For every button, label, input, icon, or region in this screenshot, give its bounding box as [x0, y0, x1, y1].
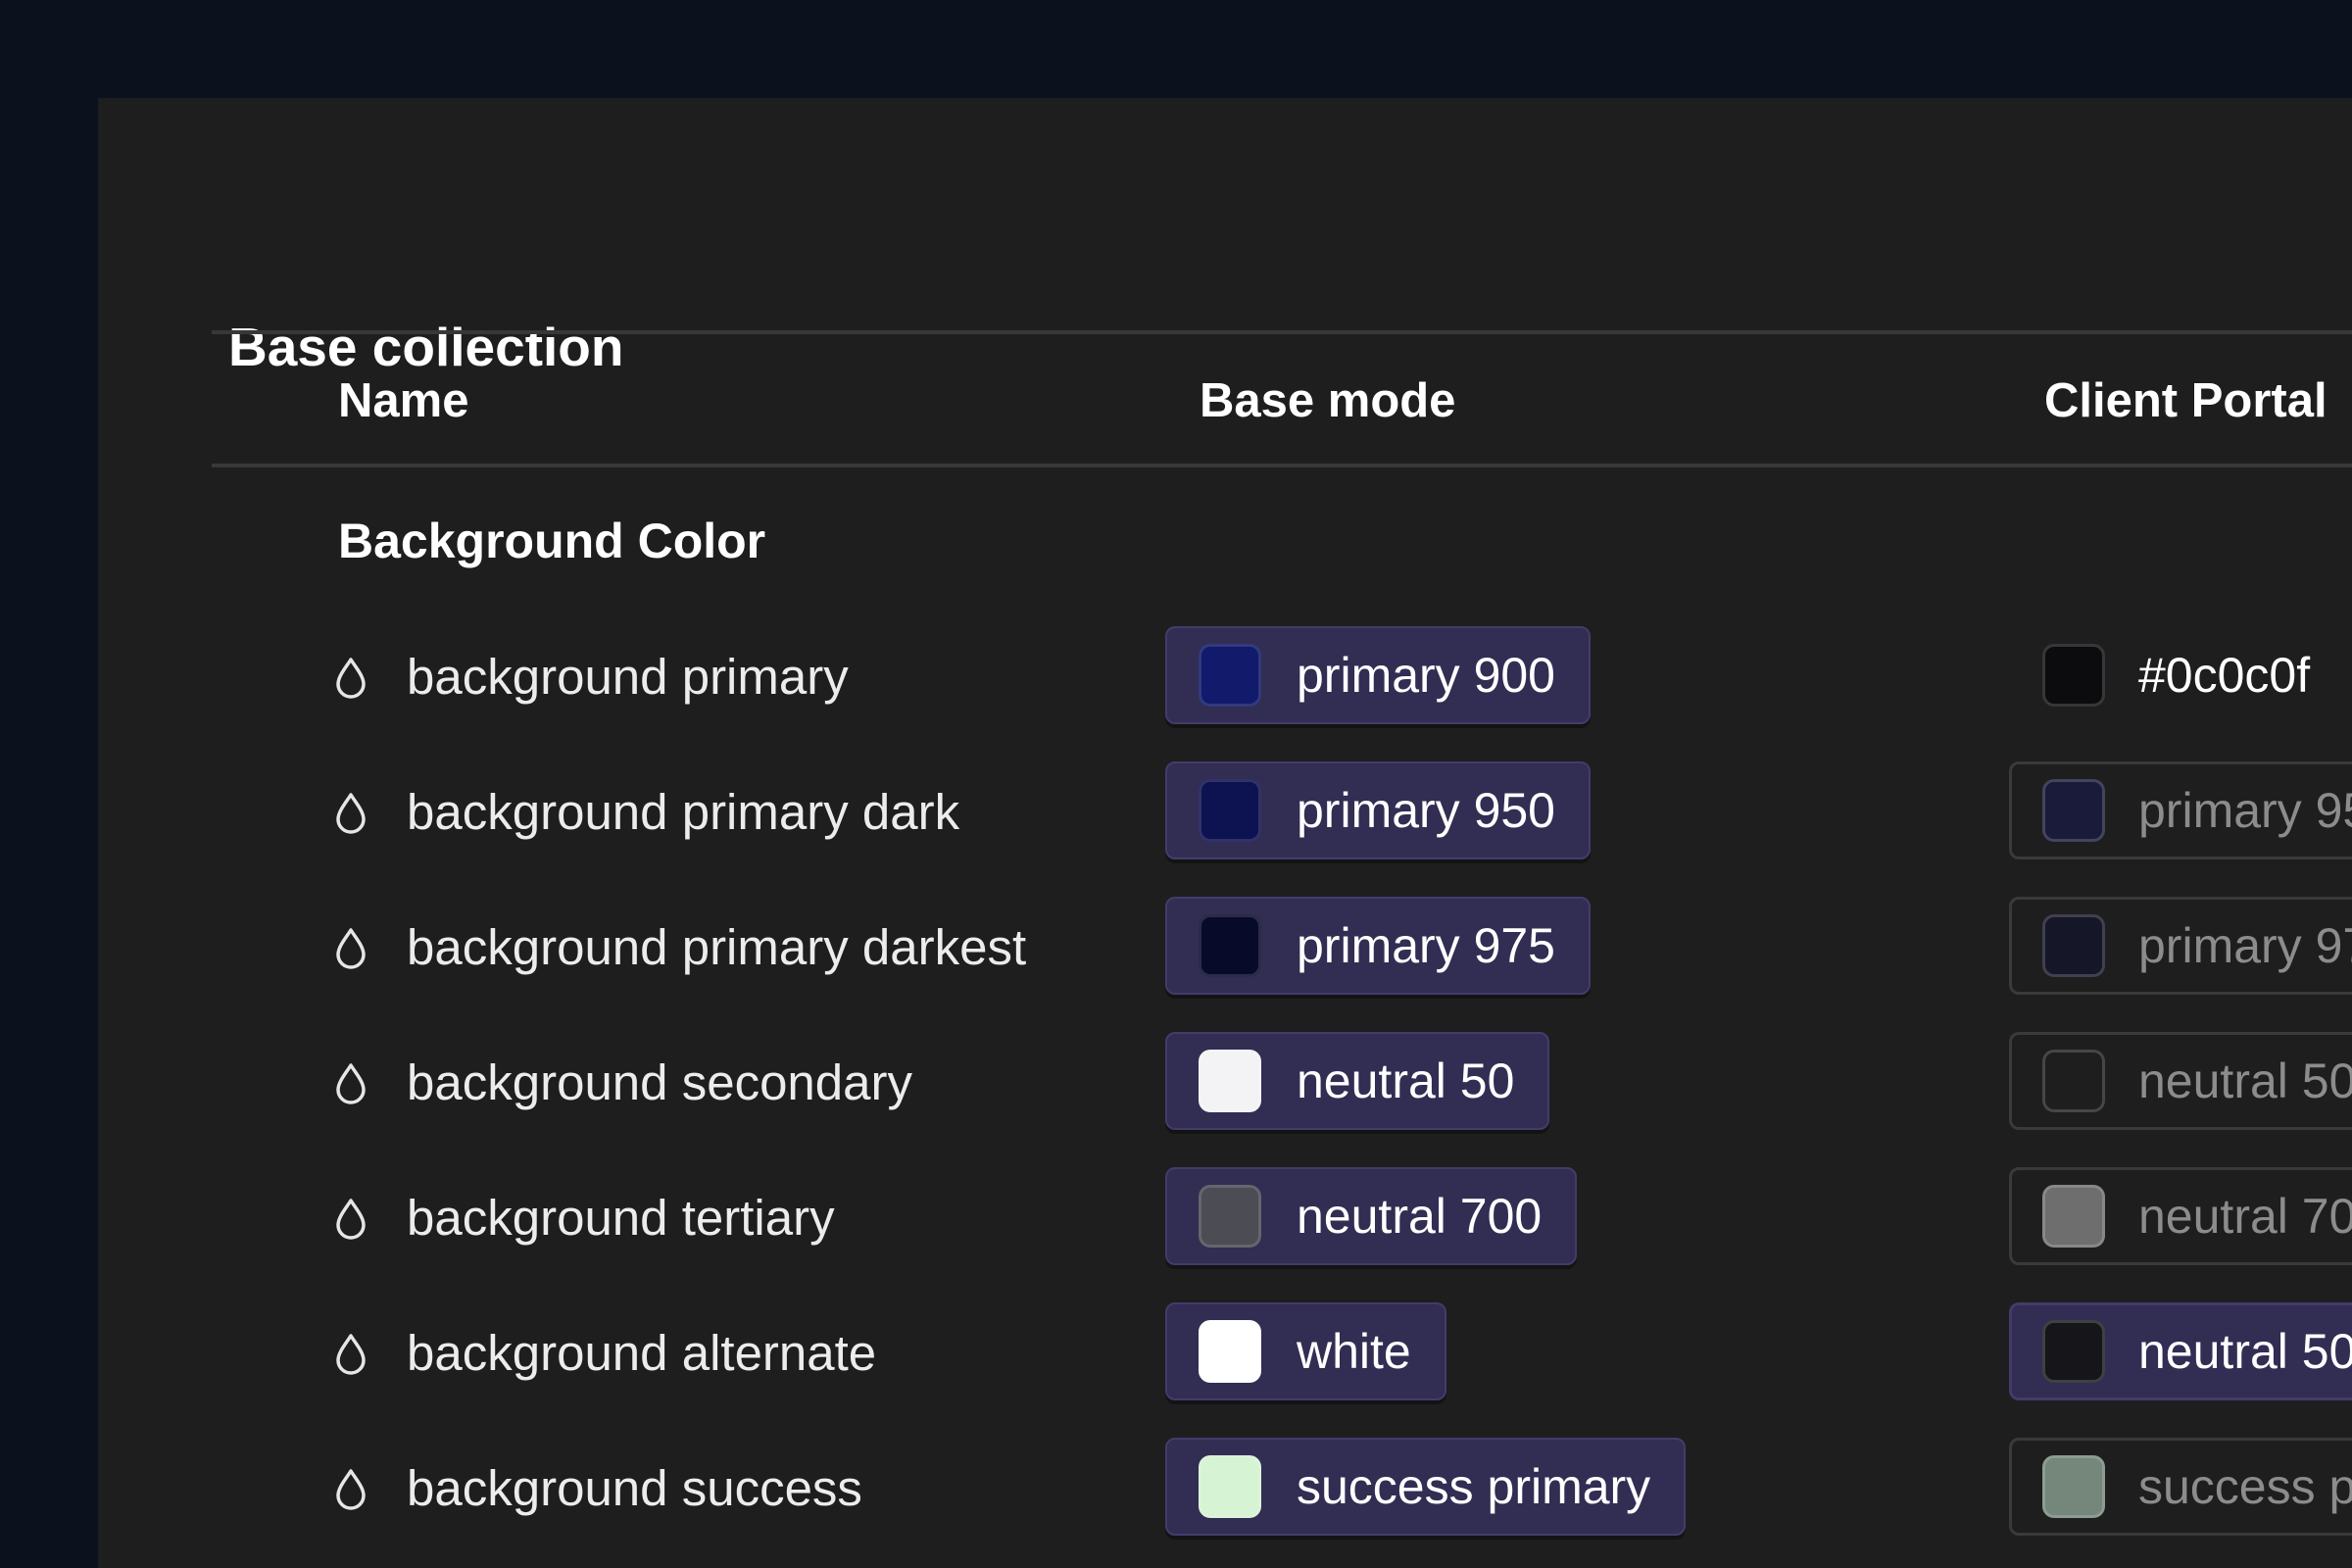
table-row[interactable]: background primary primary 900 #0c0c0f [98, 626, 2352, 728]
color-variable-icon [336, 793, 366, 834]
variable-name: background primary darkest [407, 919, 1027, 975]
base-mode-value-chip[interactable]: primary 975 [1165, 897, 1591, 995]
client-portal-value-chip[interactable]: primary 975 [2009, 897, 2352, 995]
variable-name: background success [407, 1460, 862, 1516]
table-header-divider [212, 464, 2352, 467]
base-mode-value-label: neutral 50 [1297, 1054, 1515, 1108]
color-swatch [1199, 1050, 1261, 1112]
color-swatch [1199, 1320, 1261, 1383]
color-variable-icon [336, 1469, 366, 1510]
base-mode-value-chip[interactable]: primary 950 [1165, 761, 1591, 859]
collection-panel: Base collection Name Base mode Client Po… [98, 98, 2352, 1568]
table-row[interactable]: background tertiary neutral 700 neutral 70… [98, 1167, 2352, 1269]
color-variable-icon [336, 1199, 366, 1240]
variable-name: background primary dark [407, 784, 960, 840]
color-variable-icon [336, 1063, 366, 1104]
column-header-client-portal[interactable]: Client Portal [2044, 368, 2328, 433]
client-portal-value-label: neutral 700 [2138, 1189, 2352, 1244]
color-swatch [2042, 914, 2105, 977]
color-swatch [2042, 1185, 2105, 1248]
client-portal-value-chip[interactable]: success primary [2009, 1438, 2352, 1536]
color-swatch [2042, 779, 2105, 842]
client-portal-value-label: #0c0c0f [2138, 648, 2311, 703]
color-swatch [1199, 1185, 1261, 1248]
client-portal-value-label: neutral 50 [2138, 1054, 2352, 1108]
base-mode-value-chip[interactable]: neutral 50 [1165, 1032, 1550, 1130]
color-swatch [2042, 1320, 2105, 1383]
client-portal-value-chip[interactable]: primary 950 [2009, 761, 2352, 859]
color-variable-icon [336, 658, 366, 699]
color-swatch [1199, 1455, 1261, 1518]
base-mode-value-label: neutral 700 [1297, 1189, 1543, 1244]
color-swatch [1199, 779, 1261, 842]
client-portal-value-label: neutral 50 [2138, 1324, 2352, 1379]
client-portal-value-label: success primary [2138, 1459, 2352, 1514]
base-mode-value-chip[interactable]: white [1165, 1302, 1446, 1400]
base-mode-value-chip[interactable]: primary 900 [1165, 626, 1591, 724]
table-row[interactable]: background primary darkest primary 975 pri… [98, 897, 2352, 999]
column-header-name[interactable]: Name [338, 368, 468, 433]
base-mode-value-label: success primary [1297, 1459, 1651, 1514]
color-swatch [2042, 644, 2105, 707]
variable-name: background alternate [407, 1325, 877, 1381]
client-portal-value-label: primary 950 [2138, 783, 2352, 838]
client-portal-value-chip[interactable]: #0c0c0f [2009, 626, 2352, 724]
color-variable-icon [336, 1334, 366, 1375]
group-heading: Background Color [338, 514, 766, 568]
table-row[interactable]: background success success primary success… [98, 1438, 2352, 1540]
base-mode-value-label: white [1297, 1324, 1411, 1379]
variable-name: background secondary [407, 1054, 913, 1110]
column-header-base-mode[interactable]: Base mode [1200, 368, 1455, 433]
variable-name: background tertiary [407, 1190, 835, 1246]
base-mode-value-chip[interactable]: success primary [1165, 1438, 1687, 1536]
color-variable-icon [336, 928, 366, 969]
client-portal-value-chip[interactable]: neutral 700 [2009, 1167, 2352, 1265]
table-row[interactable]: background secondary neutral 50 neutral 50 [98, 1032, 2352, 1134]
base-mode-value-label: primary 975 [1297, 918, 1555, 973]
client-portal-value-chip[interactable]: neutral 50 [2009, 1032, 2352, 1130]
color-swatch [1199, 644, 1261, 707]
client-portal-value-chip[interactable]: neutral 50 [2009, 1302, 2352, 1400]
color-swatch [1199, 914, 1261, 977]
base-mode-value-label: primary 900 [1297, 648, 1555, 703]
table-row[interactable]: background alternate white neutral 50 [98, 1302, 2352, 1404]
base-mode-value-chip[interactable]: neutral 700 [1165, 1167, 1578, 1265]
color-swatch [2042, 1050, 2105, 1112]
table-top-divider [212, 330, 2352, 334]
variable-name: background primary [407, 649, 849, 705]
client-portal-value-label: primary 975 [2138, 918, 2352, 973]
table-row[interactable]: background primary dark primary 950 primar… [98, 761, 2352, 863]
base-mode-value-label: primary 950 [1297, 783, 1555, 838]
color-swatch [2042, 1455, 2105, 1518]
